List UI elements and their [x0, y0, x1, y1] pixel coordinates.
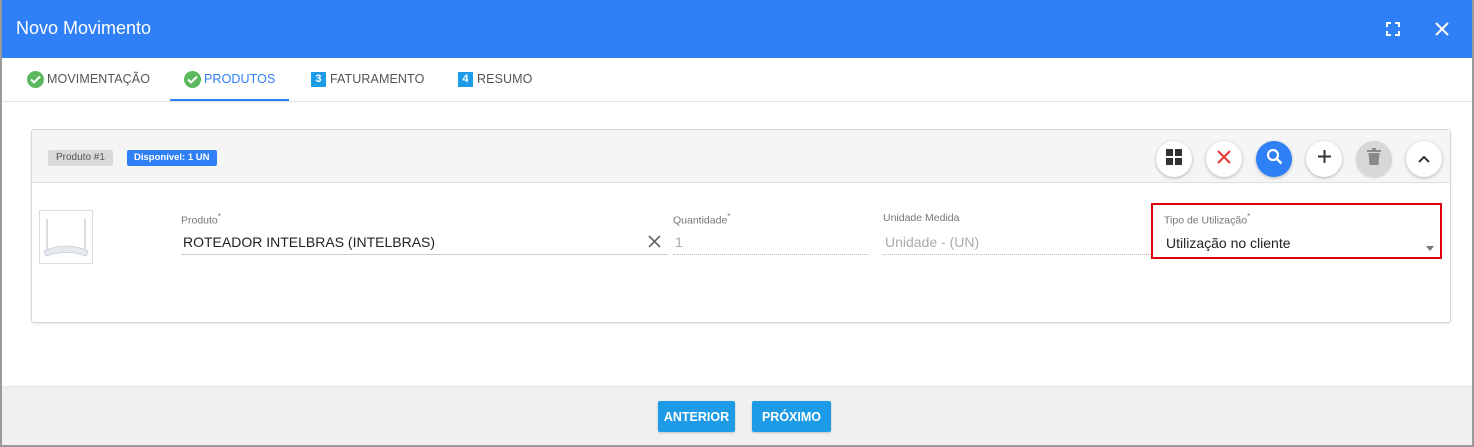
grid-icon — [1166, 148, 1182, 170]
tab-label: RESUMO — [477, 72, 533, 86]
add-button[interactable] — [1306, 141, 1342, 177]
cancel-x-icon — [1217, 149, 1231, 169]
quantidade-underline — [673, 254, 869, 255]
product-thumbnail — [39, 210, 93, 264]
tab-movimentacao[interactable]: MOVIMENTAÇÃO — [27, 58, 150, 100]
fullscreen-icon[interactable] — [1380, 16, 1406, 42]
dialog-footer: ANTERIOR PRÓXIMO — [2, 386, 1472, 445]
tab-label: PRODUTOS — [204, 72, 276, 86]
quantidade-input[interactable]: 1 — [675, 234, 683, 250]
highlight-box — [1151, 203, 1442, 259]
check-icon — [27, 70, 44, 88]
tab-resumo[interactable]: 4 RESUMO — [458, 58, 532, 100]
chevron-up-icon — [1418, 150, 1430, 168]
router-icon — [40, 219, 92, 267]
grid-button[interactable] — [1156, 141, 1192, 177]
tab-label: FATURAMENTO — [330, 72, 425, 86]
tab-produtos[interactable]: PRODUTOS — [169, 58, 290, 101]
dialog-title: Novo Movimento — [16, 18, 152, 38]
tab-faturamento[interactable]: 3 FATURAMENTO — [311, 58, 424, 100]
cancel-button[interactable] — [1206, 141, 1242, 177]
produto-underline — [181, 254, 668, 255]
unidade-label: Unidade Medida — [883, 212, 960, 224]
check-icon — [184, 70, 201, 88]
unidade-underline — [883, 254, 1151, 255]
wizard-tabs: MOVIMENTAÇÃO PRODUTOS 3 FATURAMENTO 4 RE… — [2, 58, 1472, 102]
close-icon[interactable] — [1429, 16, 1455, 42]
next-button[interactable]: PRÓXIMO — [752, 401, 831, 432]
produto-input[interactable]: ROTEADOR INTELBRAS (INTELBRAS) — [183, 234, 435, 250]
plus-icon — [1317, 149, 1332, 169]
availability-badge: Disponível: 1 UN — [127, 150, 217, 166]
clear-product-icon[interactable] — [648, 235, 661, 253]
produto-label: Produto* — [181, 212, 221, 227]
quantidade-label: Quantidade* — [673, 212, 731, 227]
trash-icon — [1367, 148, 1381, 170]
search-icon — [1266, 148, 1283, 170]
search-button[interactable] — [1256, 141, 1292, 177]
product-number-badge: Produto #1 — [48, 150, 113, 166]
dialog-header: Novo Movimento — [2, 0, 1472, 58]
product-card-header: Produto #1 Disponível: 1 UN — [32, 130, 1450, 183]
step-number-badge: 3 — [311, 71, 326, 87]
step-number-badge: 4 — [458, 71, 473, 87]
unidade-input: Unidade - (UN) — [885, 234, 980, 250]
new-movement-dialog: Novo Movimento MOVIMENTAÇÃO PRODUTOS 3 F… — [2, 0, 1472, 445]
previous-button[interactable]: ANTERIOR — [658, 401, 735, 432]
tab-label: MOVIMENTAÇÃO — [47, 72, 151, 86]
collapse-button[interactable] — [1406, 141, 1442, 177]
delete-button[interactable] — [1356, 141, 1392, 177]
